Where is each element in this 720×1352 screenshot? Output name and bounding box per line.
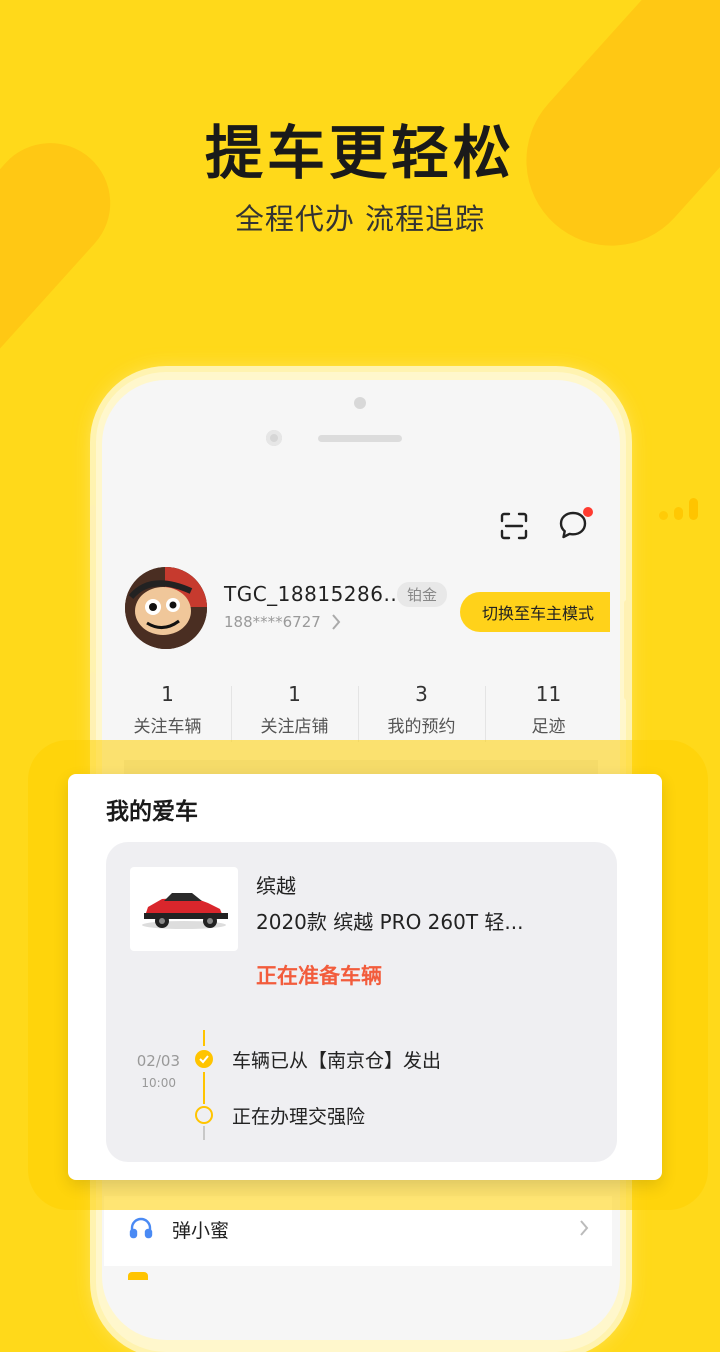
timeline-step-text: 车辆已从【南京仓】发出	[232, 1050, 442, 1072]
phone-speaker	[318, 435, 402, 442]
stat-followed-shops[interactable]: 1 关注店铺	[231, 682, 358, 742]
car-thumbnail	[130, 867, 238, 951]
phone-number[interactable]: 188****6727	[224, 613, 321, 631]
unread-dot	[583, 507, 593, 517]
stat-value: 3	[415, 682, 428, 706]
phone-front-camera	[266, 430, 282, 446]
timeline-connector	[203, 1072, 205, 1104]
hero-subtitle: 全程代办 流程追踪	[234, 202, 486, 236]
menu-next-icon	[128, 1272, 148, 1280]
headset-icon	[129, 1217, 153, 1239]
stat-label: 关注店铺	[260, 717, 329, 737]
menu-item-label: 弹小蜜	[172, 1220, 230, 1242]
phone-side-button	[624, 600, 630, 700]
timeline-pending-icon	[195, 1106, 213, 1124]
timeline-time: 10:00	[141, 1076, 176, 1090]
stat-value: 11	[535, 682, 562, 706]
stat-appointments[interactable]: 3 我的预约	[358, 682, 485, 742]
hero-title: 提车更轻松	[204, 119, 515, 187]
phone-side-button	[90, 672, 96, 742]
scan-button[interactable]	[496, 508, 532, 544]
member-badge: 铂金	[397, 582, 448, 607]
stat-footprints[interactable]: 11 足迹	[485, 682, 612, 742]
scan-icon	[500, 512, 528, 540]
avatar-image	[125, 567, 207, 649]
my-car-card: 我的爱车 缤越 2020款 缤越 PRO 260T 轻... 正在准备车辆 02…	[68, 774, 662, 1180]
car-panel[interactable]: 缤越 2020款 缤越 PRO 260T 轻... 正在准备车辆 02/03 1…	[106, 842, 617, 1162]
phone-side-button	[90, 580, 96, 650]
timeline-connector	[203, 1126, 205, 1140]
decor-dots	[659, 498, 698, 520]
phone-sensor	[354, 397, 366, 409]
stat-followed-cars[interactable]: 1 关注车辆	[104, 682, 231, 737]
car-name: 缤越	[256, 874, 296, 898]
chevron-right-icon	[580, 1220, 589, 1236]
timeline-connector	[203, 1030, 205, 1046]
timeline-check-icon	[195, 1050, 213, 1068]
car-image	[142, 893, 228, 929]
stat-label: 足迹	[531, 717, 566, 737]
timeline-step-text: 正在办理交强险	[232, 1106, 366, 1128]
my-car-title: 我的爱车	[106, 799, 198, 825]
phone-side-button	[90, 505, 96, 551]
car-model: 2020款 缤越 PRO 260T 轻...	[256, 910, 524, 934]
chevron-right-icon[interactable]	[330, 612, 342, 632]
stat-label: 关注车辆	[133, 717, 202, 737]
stats-bar: 1 关注车辆 1 关注店铺 3 我的预约 11 足迹	[104, 682, 612, 742]
message-button[interactable]	[555, 507, 593, 543]
avatar[interactable]	[125, 567, 207, 649]
stat-value: 1	[161, 682, 174, 706]
stat-value: 1	[288, 682, 301, 706]
stat-label: 我的预约	[387, 717, 456, 737]
switch-owner-mode-button[interactable]: 切换至车主模式	[460, 592, 610, 632]
username: TGC_18815286...	[224, 582, 405, 606]
car-status: 正在准备车辆	[256, 964, 382, 988]
timeline-date: 02/03	[136, 1052, 180, 1070]
